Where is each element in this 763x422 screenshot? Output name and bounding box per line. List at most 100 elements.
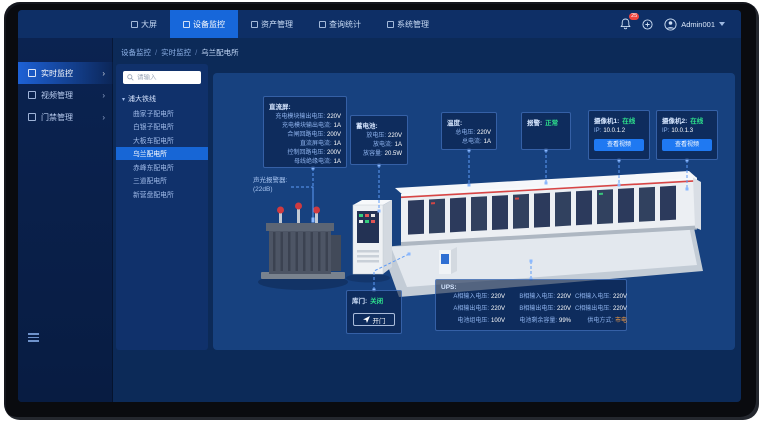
metric-label: 总电压: (455, 129, 475, 138)
metric-value: 220V (491, 305, 505, 314)
tree-item-station[interactable]: 新营盘配电所 (116, 187, 208, 201)
metric-value: 1A (334, 122, 341, 131)
tree-item-station[interactable]: 曲家子配电所 (116, 106, 208, 120)
alarm-card: 报警: 正常 (521, 112, 571, 150)
metric-value: 220V (388, 132, 402, 141)
noise-monitor-label: 声光报警器: (22dB) (253, 176, 287, 194)
noise-value: (22dB) (253, 185, 287, 194)
view-video-button[interactable]: 查看视频 (662, 139, 712, 151)
username: Admin001 (681, 20, 715, 29)
metric-value: 200V (327, 131, 341, 140)
notification-badge: 25 (629, 13, 639, 20)
asset-icon (251, 21, 258, 28)
top-nav: 大屏 设备监控 资产管理 查询统计 系统管理 (18, 10, 741, 38)
metric-label: 控制回路电压: (287, 149, 325, 158)
metric-label: A相输出电压: (453, 305, 489, 314)
monitor-canvas: 直流屏: 充电模块输出电压:220V 充电模块输出电流:1A 合闸回路电压:20… (213, 73, 735, 350)
nav-item-label: 查询统计 (329, 19, 361, 30)
tree-group-line[interactable]: ▾ 浦大铁线 (116, 92, 208, 106)
main-menu: 大屏 设备监控 资产管理 查询统计 系统管理 (118, 10, 442, 38)
nav-item-label: 系统管理 (397, 19, 429, 30)
camera-status: 在线 (622, 115, 635, 125)
metric-value: 100V (491, 317, 505, 326)
metric-value: 220V (491, 293, 505, 302)
card-title: 蓄电池: (356, 120, 402, 130)
chevron-right-icon: › (102, 113, 105, 122)
metric-label: 合闸回路电压: (287, 131, 325, 140)
door-open-icon (363, 316, 370, 323)
open-door-button[interactable]: 开门 (353, 313, 395, 326)
sidebar-item-access-control[interactable]: 门禁管理 › (18, 106, 113, 128)
sidebar-item-label: 门禁管理 (41, 112, 73, 123)
nav-item-assets[interactable]: 资产管理 (238, 10, 306, 38)
gear-icon (387, 21, 394, 28)
nav-item-label: 设备监控 (193, 19, 225, 30)
view-video-button[interactable]: 查看视频 (594, 139, 644, 151)
door-status: 关闭 (370, 295, 383, 305)
fullscreen-icon[interactable] (642, 19, 653, 30)
nav-item-query-stats[interactable]: 查询统计 (306, 10, 374, 38)
breadcrumb-item[interactable]: 设备监控 (121, 47, 151, 58)
card-title: 报警: (527, 117, 542, 127)
sidebar-item-label: 实时监控 (41, 68, 73, 79)
metric-value: 1A (334, 140, 341, 149)
sidebar-item-video-management[interactable]: 视频管理 › (18, 84, 113, 106)
tree-item-station-selected[interactable]: 乌兰配电所 (116, 147, 208, 161)
alarm-status: 正常 (545, 117, 558, 127)
card-title: 摄像机2: (662, 115, 687, 125)
bell-icon (620, 18, 631, 30)
nav-item-system[interactable]: 系统管理 (374, 10, 442, 38)
tree-search (123, 71, 201, 84)
metric-value: 1A (395, 141, 402, 150)
metric-value: 99% (559, 317, 571, 326)
metric-label: 放电压: (366, 132, 386, 141)
tree-group-label: 浦大铁线 (128, 94, 156, 104)
dc-panel-card: 直流屏: 充电模块输出电压:220V 充电模块输出电流:1A 合闸回路电压:20… (263, 96, 347, 168)
metric-value: 200V (327, 149, 341, 158)
monitor-icon (183, 21, 190, 28)
metric-label: 放电流: (373, 141, 393, 150)
metric-label: 电池组电压: (457, 317, 489, 326)
nav-item-label: 大屏 (141, 19, 157, 30)
search-input[interactable] (137, 74, 197, 81)
user-menu[interactable]: Admin001 (664, 18, 725, 31)
noise-title: 声光报警器: (253, 176, 287, 185)
video-icon (28, 91, 36, 99)
tree-item-station[interactable]: 三道配电所 (116, 174, 208, 188)
breadcrumb-item[interactable]: 实时监控 (161, 47, 191, 58)
ups-card: UPS: A相输入电压:220V B相输入电压:220V C相输入电压:220V… (435, 279, 627, 331)
nav-item-dashboard[interactable]: 大屏 (118, 10, 170, 38)
ip-label: IP: (594, 127, 601, 136)
tree-item-station[interactable]: 大板车配电所 (116, 133, 208, 147)
metric-value: 1A (484, 138, 491, 147)
device-frame: 大屏 设备监控 资产管理 查询统计 系统管理 (4, 2, 759, 420)
sidebar-item-realtime-monitoring[interactable]: 实时监控 › (18, 62, 113, 84)
camera2-card: 摄像机2: 在线 IP:10.0.1.3 查看视频 (656, 110, 718, 160)
avatar-icon (664, 18, 677, 31)
chart-icon (319, 21, 326, 28)
metric-label: 供电方式: (587, 317, 613, 326)
metric-label: 电池剩余容量: (519, 317, 557, 326)
ip-value: 10.0.1.2 (603, 127, 625, 136)
metric-value: 220V (613, 305, 627, 314)
breadcrumb-separator: / (155, 48, 157, 57)
tree-item-station[interactable]: 白银子配电所 (116, 120, 208, 134)
metric-label: 充电模块输出电流: (282, 122, 332, 131)
metric-value: 220V (557, 305, 571, 314)
metric-label: 放容量: (363, 150, 383, 159)
ip-label: IP: (662, 127, 669, 136)
card-title: 库门: (352, 295, 367, 305)
breadcrumb: 设备监控 / 实时监控 / 乌兰配电所 (121, 46, 239, 58)
metric-label: B相输入电压: (519, 293, 555, 302)
breadcrumb-separator: / (195, 48, 197, 57)
nav-item-device-monitoring[interactable]: 设备监控 (170, 10, 238, 38)
notifications-button[interactable]: 25 (620, 18, 631, 30)
collapse-sidebar-icon[interactable] (28, 333, 39, 344)
metric-label: 母线绝缘电流: (294, 158, 332, 167)
search-icon (127, 74, 134, 81)
open-door-label: 开门 (373, 315, 386, 325)
sidebar: 实时监控 › 视频管理 › 门禁管理 › (18, 38, 113, 402)
breadcrumb-item-current: 乌兰配电所 (201, 47, 239, 58)
metric-label: 直流屏电流: (300, 140, 332, 149)
tree-item-station[interactable]: 赤峰东配电所 (116, 160, 208, 174)
